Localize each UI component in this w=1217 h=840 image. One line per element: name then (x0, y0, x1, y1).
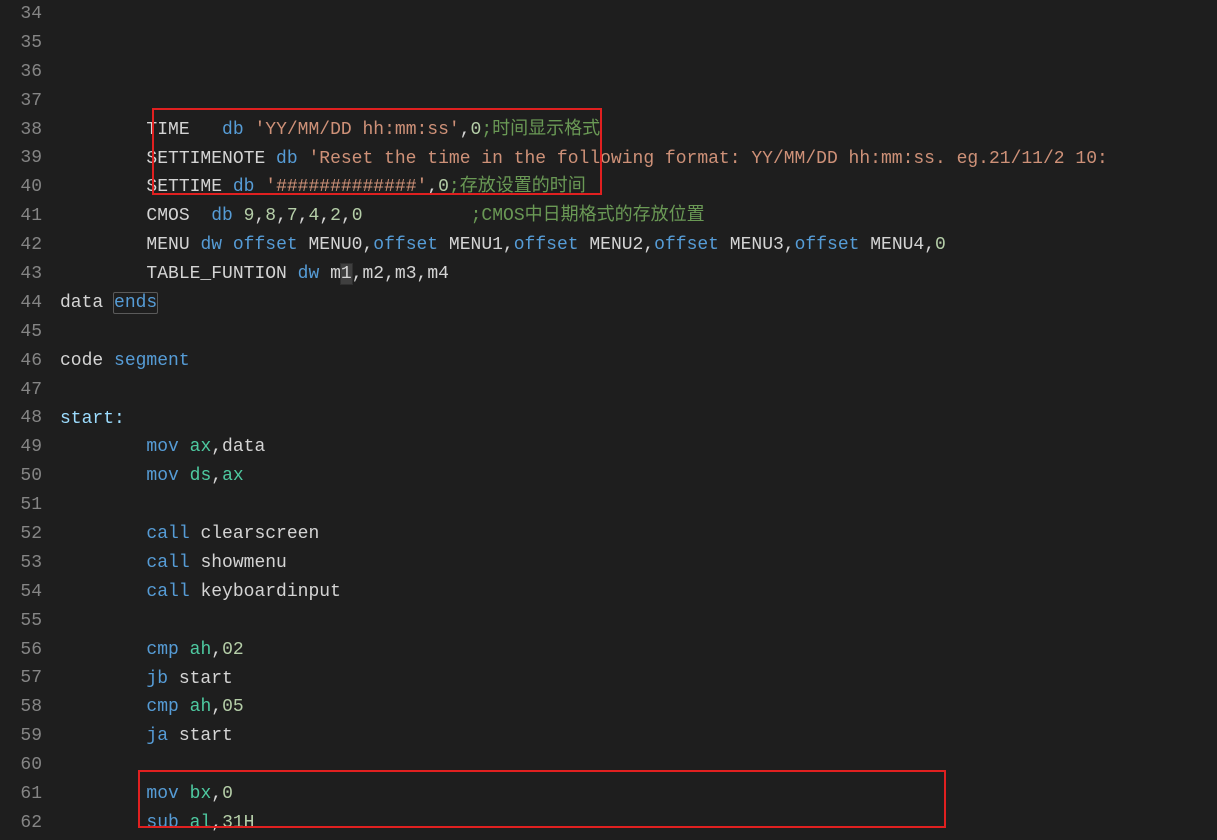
code-line[interactable]: call showmenu (60, 549, 1217, 578)
code-editor[interactable]: 3435363738394041424344454647484950515253… (0, 0, 1217, 840)
line-number: 47 (8, 376, 42, 405)
line-number: 40 (8, 173, 42, 202)
code-line[interactable] (60, 376, 1217, 405)
code-line[interactable] (60, 751, 1217, 780)
line-number: 60 (8, 751, 42, 780)
line-number: 55 (8, 607, 42, 636)
code-line[interactable] (60, 607, 1217, 636)
code-line[interactable]: start: (60, 405, 1217, 434)
code-line[interactable]: CMOS db 9,8,7,4,2,0 ;CMOS中日期格式的存放位置 (60, 202, 1217, 231)
code-line[interactable]: mov ax,data (60, 433, 1217, 462)
code-line[interactable]: call keyboardinput (60, 578, 1217, 607)
line-number: 39 (8, 144, 42, 173)
line-number: 45 (8, 318, 42, 347)
code-line[interactable]: code segment (60, 347, 1217, 376)
line-number: 50 (8, 462, 42, 491)
code-line[interactable]: cmp ah,05 (60, 693, 1217, 722)
line-number: 52 (8, 520, 42, 549)
code-content[interactable]: TIME db 'YY/MM/DD hh:mm:ss',0;时间显示格式 SET… (60, 0, 1217, 840)
line-number: 34 (8, 0, 42, 29)
line-number: 58 (8, 693, 42, 722)
code-line[interactable]: mov bx,0 (60, 780, 1217, 809)
line-number: 48 (8, 404, 42, 433)
line-number-gutter: 3435363738394041424344454647484950515253… (0, 0, 60, 840)
line-number: 59 (8, 722, 42, 751)
line-number: 49 (8, 433, 42, 462)
line-number: 62 (8, 809, 42, 838)
line-number: 36 (8, 58, 42, 87)
line-number: 43 (8, 260, 42, 289)
code-line[interactable]: data ends (60, 289, 1217, 318)
code-line[interactable]: SETTIMENOTE db 'Reset the time in the fo… (60, 145, 1217, 174)
code-line[interactable] (60, 491, 1217, 520)
line-number: 54 (8, 578, 42, 607)
line-number: 56 (8, 636, 42, 665)
code-line[interactable]: TIME db 'YY/MM/DD hh:mm:ss',0;时间显示格式 (60, 116, 1217, 145)
line-number: 53 (8, 549, 42, 578)
line-number: 46 (8, 347, 42, 376)
line-number: 57 (8, 664, 42, 693)
code-line[interactable]: ja start (60, 722, 1217, 751)
code-line[interactable]: sub al,31H (60, 809, 1217, 838)
code-line[interactable]: mov ds,ax (60, 462, 1217, 491)
code-line[interactable] (60, 318, 1217, 347)
line-number: 41 (8, 202, 42, 231)
line-number: 51 (8, 491, 42, 520)
code-line[interactable]: MENU dw offset MENU0,offset MENU1,offset… (60, 231, 1217, 260)
line-number: 61 (8, 780, 42, 809)
code-line[interactable]: TABLE_FUNTION dw m1,m2,m3,m4 (60, 260, 1217, 289)
line-number: 42 (8, 231, 42, 260)
code-line[interactable]: jb start (60, 665, 1217, 694)
code-line[interactable]: cmp ah,02 (60, 636, 1217, 665)
line-number: 35 (8, 29, 42, 58)
code-line[interactable]: call clearscreen (60, 520, 1217, 549)
line-number: 38 (8, 116, 42, 145)
line-number: 37 (8, 87, 42, 116)
code-line[interactable]: SETTIME db '#############',0;存放设置的时间 (60, 173, 1217, 202)
line-number: 44 (8, 289, 42, 318)
